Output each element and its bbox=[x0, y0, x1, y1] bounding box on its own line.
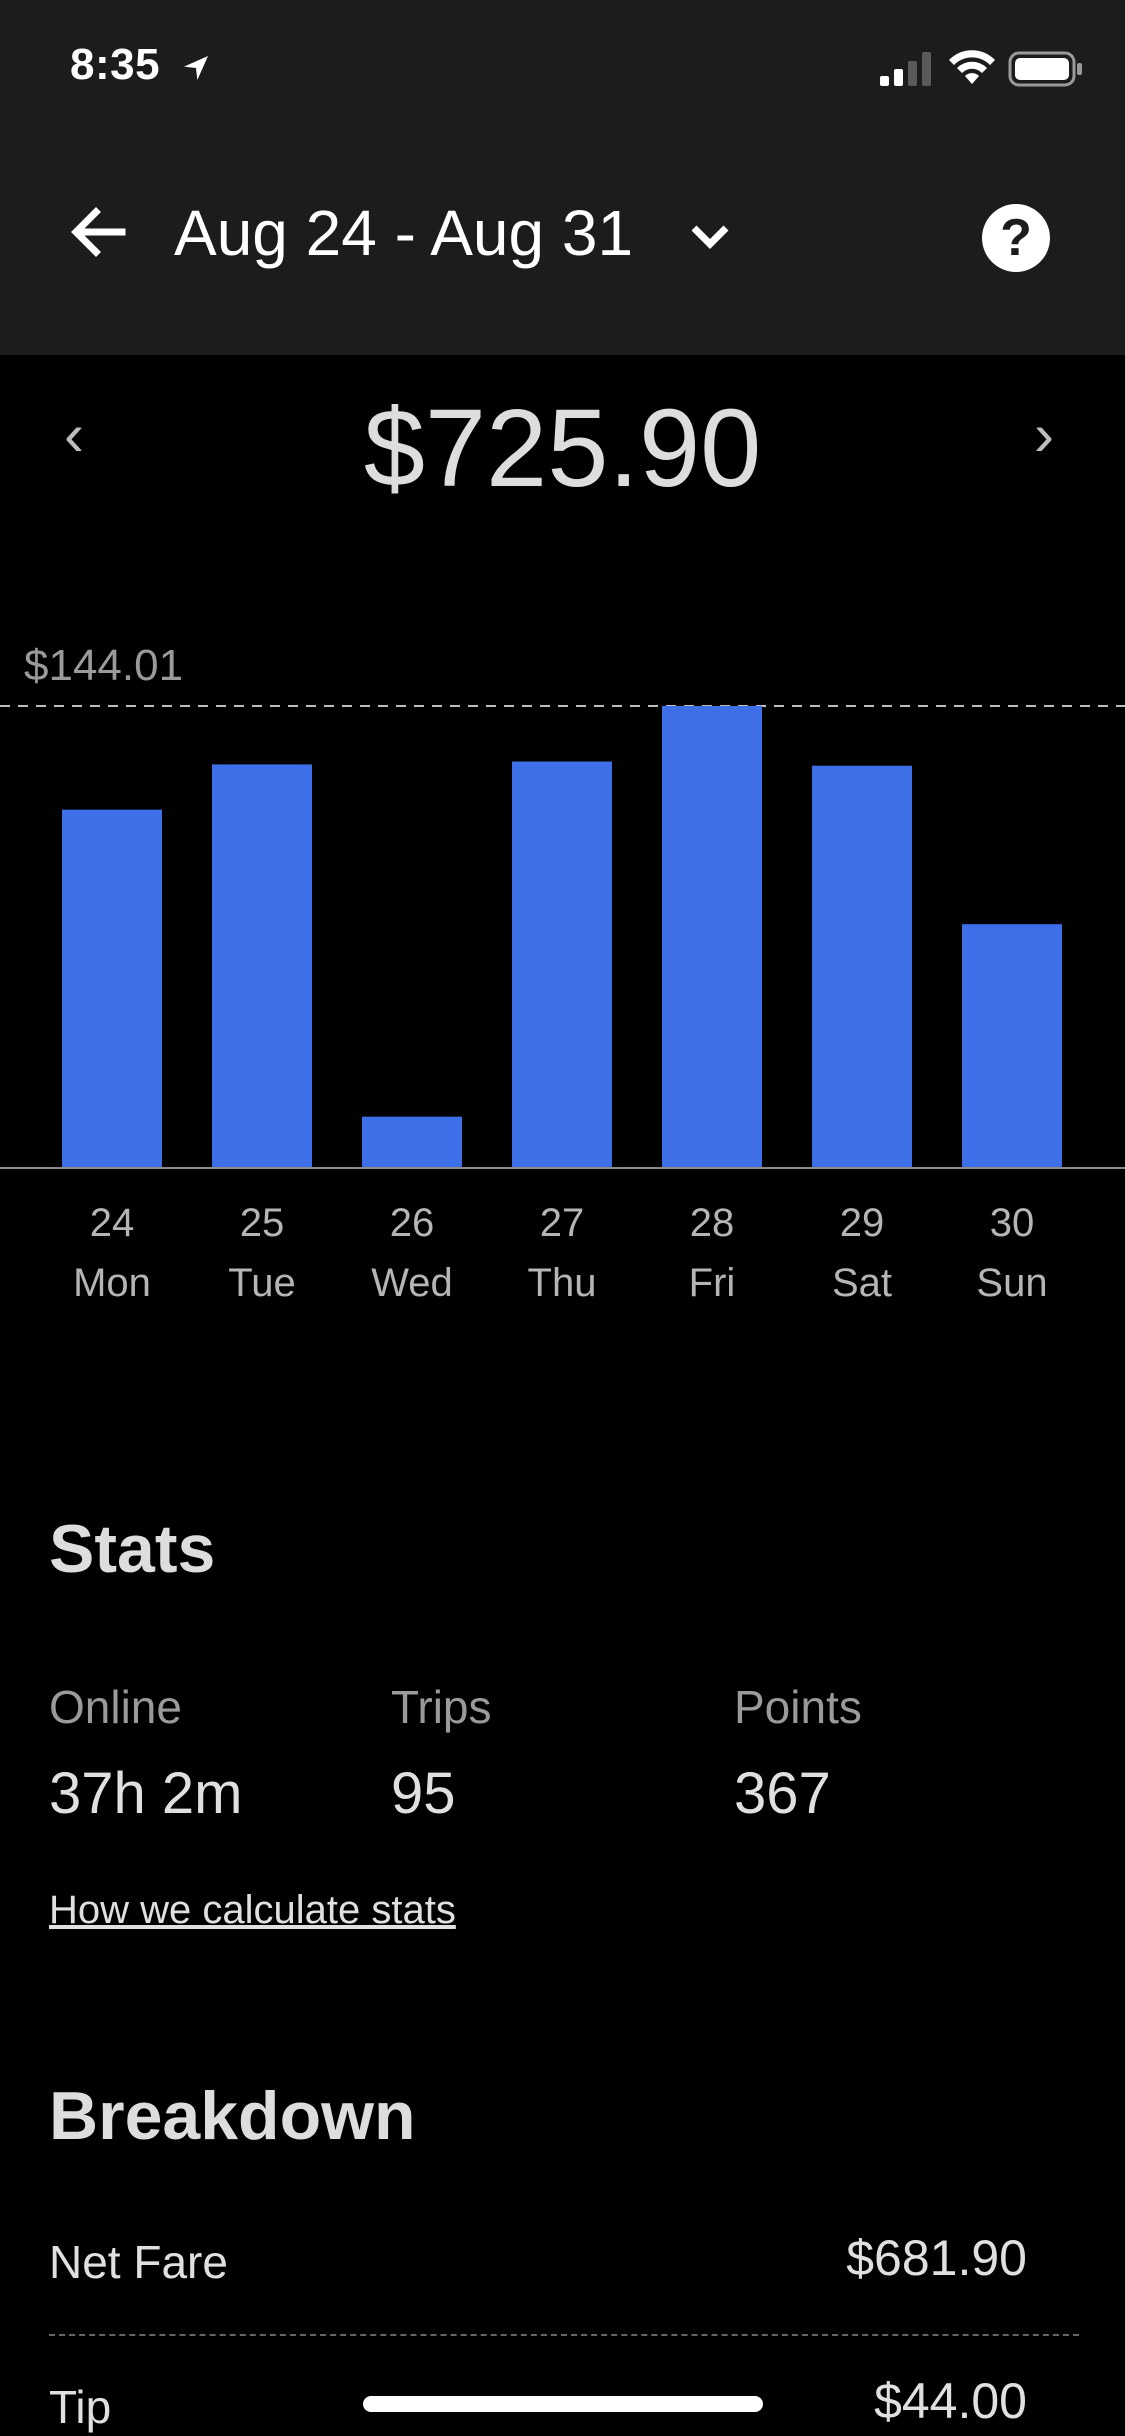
previous-week-button[interactable]: ‹ bbox=[64, 400, 84, 469]
x-tick-day-name: Wed bbox=[371, 1261, 453, 1305]
stat-value-points: 367 bbox=[734, 1761, 831, 1826]
bar-24[interactable] bbox=[62, 809, 162, 1168]
how-we-calculate-stats-link[interactable]: How we calculate stats bbox=[49, 1888, 456, 1933]
chevron-down-icon[interactable] bbox=[686, 218, 734, 254]
wifi-icon bbox=[949, 50, 995, 84]
weekly-total: $725.90 bbox=[363, 387, 762, 510]
earnings-bar-chart: $144.01 24 Mon 25 Tue 26 Wed 27 Thu 28 Fri 29 Sat 30… bbox=[0, 641, 1125, 1305]
home-indicator[interactable] bbox=[363, 2396, 763, 2412]
x-tick-day-number: 29 bbox=[840, 1201, 885, 1245]
stat-value-online: 37h 2m bbox=[49, 1761, 243, 1826]
bar-25[interactable] bbox=[212, 764, 312, 1168]
breakdown-value: $44.00 bbox=[874, 2373, 1027, 2429]
next-week-button[interactable]: › bbox=[1034, 400, 1054, 469]
breakdown-heading: Breakdown bbox=[49, 2078, 416, 2154]
x-tick-day-number: 25 bbox=[240, 1201, 285, 1245]
bar-27[interactable] bbox=[512, 761, 612, 1168]
x-tick-day-name: Thu bbox=[528, 1261, 597, 1305]
bar-28[interactable] bbox=[662, 706, 762, 1168]
breakdown-value: $681.90 bbox=[846, 2230, 1027, 2286]
max-value-label: $144.01 bbox=[24, 641, 183, 690]
x-tick-day-name: Sun bbox=[976, 1261, 1047, 1305]
help-button[interactable]: ? bbox=[982, 204, 1050, 272]
x-tick-day-name: Fri bbox=[689, 1261, 736, 1305]
battery-icon bbox=[1008, 51, 1082, 87]
date-range-title[interactable]: Aug 24 - Aug 31 bbox=[174, 196, 633, 270]
top-bar: 8:35 Aug 24 - Aug 31 ? bbox=[0, 0, 1125, 355]
bar-26[interactable] bbox=[362, 1116, 462, 1168]
x-tick-day-number: 27 bbox=[540, 1201, 585, 1245]
stat-label-points: Points bbox=[734, 1681, 862, 1733]
stat-value-trips: 95 bbox=[391, 1761, 456, 1826]
x-tick-day-number: 30 bbox=[990, 1201, 1035, 1245]
x-tick-day-name: Sat bbox=[832, 1261, 892, 1305]
bar-30[interactable] bbox=[962, 924, 1062, 1168]
breakdown-divider bbox=[49, 2334, 1079, 2336]
x-tick-day-number: 24 bbox=[90, 1201, 135, 1245]
breakdown-label: Tip bbox=[49, 2381, 112, 2433]
x-tick-day-number: 26 bbox=[390, 1201, 435, 1245]
cell-signal-icon bbox=[880, 52, 931, 86]
bar-29[interactable] bbox=[812, 765, 912, 1168]
stats-heading: Stats bbox=[49, 1511, 216, 1587]
stat-label-trips: Trips bbox=[391, 1681, 492, 1733]
status-time: 8:35 bbox=[70, 40, 161, 89]
x-tick-day-name: Tue bbox=[228, 1261, 295, 1305]
x-tick-day-name: Mon bbox=[73, 1261, 151, 1305]
location-arrow-icon bbox=[184, 56, 208, 80]
arrow-left-icon[interactable] bbox=[66, 200, 130, 264]
breakdown-label: Net Fare bbox=[49, 2236, 228, 2288]
stat-label-online: Online bbox=[49, 1681, 182, 1733]
x-tick-day-number: 28 bbox=[690, 1201, 735, 1245]
